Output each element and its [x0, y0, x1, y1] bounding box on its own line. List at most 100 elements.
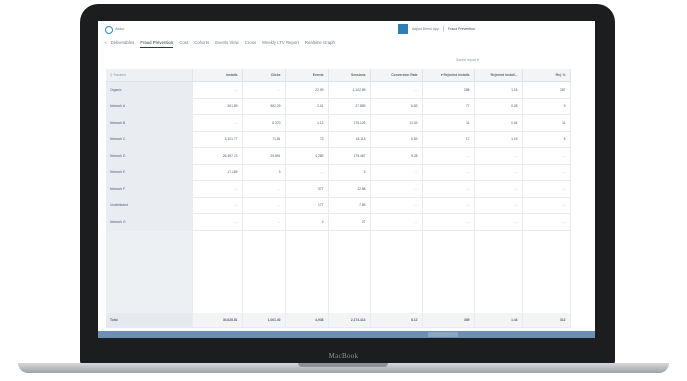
saved-view-dropdown[interactable]: Saved report ▾ — [456, 58, 479, 62]
table-cell: 71.81 — [242, 131, 286, 148]
table-cell: — — [370, 197, 423, 214]
table-cell: 1.44 — [474, 312, 523, 328]
table-cell: — — [474, 180, 523, 198]
table-cell: — — [522, 147, 571, 165]
tab-fraud-prevention[interactable]: Fraud Prevention — [140, 40, 174, 48]
table-cell: 7.89 — [328, 197, 371, 214]
table-cell: 377 — [285, 180, 329, 198]
table-cell: 4,938 — [285, 312, 329, 328]
status-bar — [98, 331, 595, 338]
tracker-name[interactable]: Network G — [106, 213, 193, 231]
table-cell: 2.01 — [285, 98, 329, 115]
app-logo-icon[interactable] — [105, 26, 113, 34]
table-cell: — — [422, 147, 475, 165]
column-header[interactable]: Rej. % — [522, 69, 571, 82]
table-cell: — — [422, 180, 475, 198]
table-cell: 261.89 — [192, 98, 243, 115]
tracker-name[interactable]: Network A — [106, 98, 193, 115]
table-row[interactable]: Network E 17,189 3—3— — — — — [106, 164, 571, 181]
tab-deliverables[interactable]: Deliverables — [111, 40, 135, 47]
user-name[interactable]: Adjust Demo App — [412, 27, 439, 31]
tracker-name[interactable]: Network E — [106, 164, 193, 181]
table-cell: 11.03 — [370, 114, 423, 132]
table-cell: — — [522, 180, 571, 198]
device-brand: MacBook — [328, 352, 359, 360]
tracker-name[interactable]: Network C — [106, 131, 193, 148]
empty-cell — [192, 230, 243, 313]
tracker-name[interactable]: Network B — [106, 114, 193, 132]
table-cell: 11 — [422, 114, 475, 132]
table-cell: 3,101.77 — [192, 131, 243, 148]
column-header[interactable]: Clicks — [242, 69, 286, 82]
table-cell: — — [370, 213, 423, 231]
tab-realtime-graph[interactable]: Realtime Graph — [305, 40, 335, 47]
empty-cell — [242, 230, 286, 313]
screen: Abbo Adjust Demo App Fraud Prevention ‹ … — [98, 21, 595, 338]
column-header[interactable]: Installs — [192, 69, 243, 82]
table-cell: — — [474, 164, 523, 181]
table-cell: — — [474, 213, 523, 231]
table-cell: 0.04 — [474, 114, 523, 132]
total-row[interactable]: Total 30,628.81 1,061.40 4,938 2,174.414 8.12… — [106, 312, 571, 328]
column-header[interactable]: Sessions — [328, 69, 371, 82]
table-cell: 17 — [422, 131, 475, 148]
tracker-name[interactable]: Network D — [106, 147, 193, 165]
tab-cost[interactable]: Cost — [179, 40, 188, 47]
table-cell: — — [422, 213, 475, 231]
table-cell: 1.12 — [285, 114, 329, 132]
chevron-left-icon[interactable]: ‹ — [105, 40, 107, 46]
table-cell: 1,061.40 — [242, 312, 286, 328]
table-cell: 179.487 — [328, 147, 371, 165]
column-header[interactable]: Conversion Rate — [370, 69, 423, 82]
company-name[interactable]: Fraud Prevention — [448, 27, 475, 31]
column-header[interactable]: Events — [285, 69, 329, 82]
scroll-thumb[interactable] — [428, 332, 458, 337]
tracker-name[interactable]: Unattributed — [106, 197, 193, 214]
table-cell: 4,289 — [285, 147, 329, 165]
table-cell: 77 — [422, 98, 475, 115]
table-cell: — — [242, 180, 286, 198]
column-header[interactable]: Rejected Install... — [474, 69, 523, 82]
account-area[interactable]: Adjust Demo App Fraud Prevention — [398, 24, 475, 34]
table-row[interactable]: Organic — —22.09 1,102.89—288 1.18 287 — [106, 81, 571, 99]
table-cell: 3 — [242, 164, 286, 181]
table-cell: 26,497.73 — [192, 147, 243, 165]
table-cell: 312 — [522, 312, 571, 328]
table-cell: 12.88 — [328, 180, 371, 198]
tab-cohorts[interactable]: Cohorts — [194, 40, 209, 47]
table-cell: 288 — [422, 81, 475, 99]
table-cell: 5 — [522, 131, 571, 148]
table-cell: 3 — [328, 164, 371, 181]
table-cell: — — [370, 81, 423, 99]
table-row[interactable]: Network B —8.370 1.12 175.126 11.03 11 0.04 11 — [106, 114, 571, 132]
table-row[interactable]: Network D 26,497.73 29.891 4,289 179.487 9.28… — [106, 147, 571, 165]
table-row[interactable]: Network F — —377 12.88— — — — — [106, 180, 571, 198]
tracker-search[interactable]: ⚲ Trackers — [106, 69, 193, 82]
table-row[interactable]: Network A 261.89 962.29 2.01 27.889 6.83 77 0.2… — [106, 98, 571, 115]
tab-weekly-ltv-report[interactable]: Weekly LTV Report — [262, 40, 299, 47]
tab-events-view[interactable]: Events View — [215, 40, 239, 47]
table-cell: — — [192, 180, 243, 198]
table-cell: — — [192, 114, 243, 132]
table-cell: 22.09 — [285, 81, 329, 99]
table-cell: 73 — [285, 131, 329, 148]
tab-cross[interactable]: Cross — [245, 40, 256, 47]
table-cell: 1,102.89 — [328, 81, 371, 99]
table-cell: — — [522, 164, 571, 181]
table-row[interactable]: Unattributed — —177 7.89— — — — — [106, 197, 571, 214]
table-cell: — — [422, 197, 475, 214]
avatar[interactable] — [398, 24, 408, 34]
empty-cell — [474, 230, 523, 313]
empty-cell — [106, 230, 193, 313]
column-header-sorted[interactable]: ▾ Rejected Installs — [422, 69, 475, 82]
table-cell: 287 — [522, 81, 571, 99]
table-cell: — — [370, 180, 423, 198]
table-row[interactable]: Network G — —3 27— — — — — [106, 213, 571, 231]
empty-cell — [285, 230, 329, 313]
table-cell: — — [285, 164, 329, 181]
table-row[interactable]: Network C 3,101.77 71.81 73 18.118 6.83 17 1.15… — [106, 131, 571, 148]
tracker-name[interactable]: Network F — [106, 180, 193, 198]
empty-cell — [422, 230, 475, 313]
tracker-name[interactable]: Organic — [106, 81, 193, 99]
table-cell: 0.28 — [474, 98, 523, 115]
